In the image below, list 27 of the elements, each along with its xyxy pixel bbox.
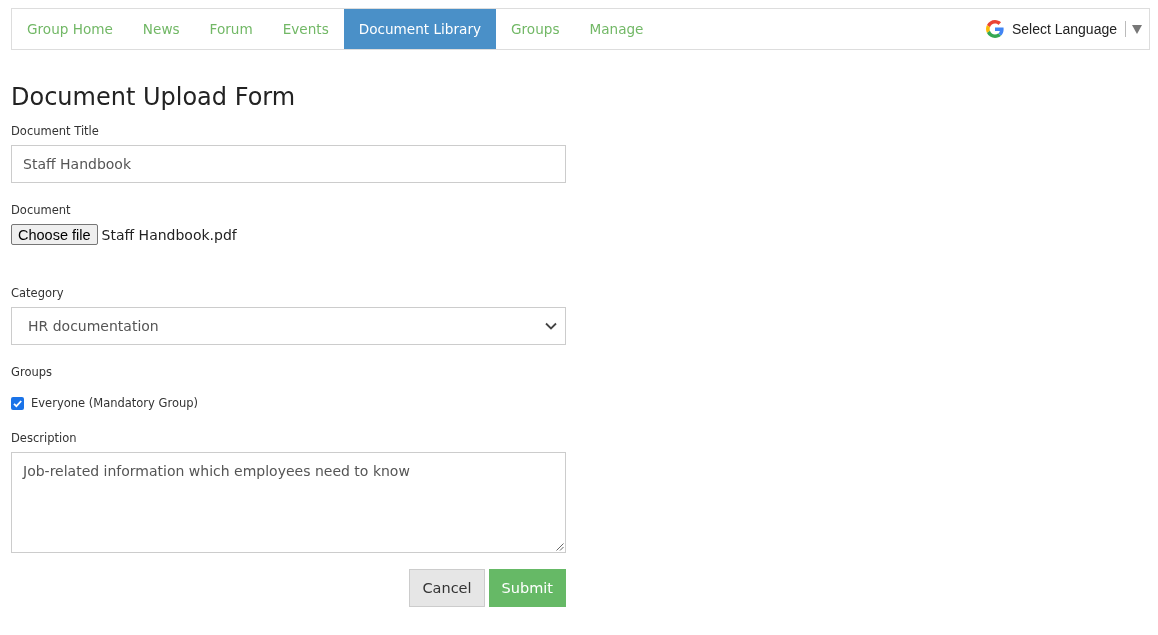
nav-tab[interactable]: Manage [574,9,659,49]
nav-tab[interactable]: Document Library [343,9,496,49]
nav-tab[interactable]: Events [267,9,344,49]
language-select[interactable]: Select Language [985,9,1149,49]
cancel-button[interactable]: Cancel [409,569,485,607]
field-label: Document Title [11,123,100,139]
nav-tab[interactable]: Groups [496,9,575,49]
description-textarea[interactable]: Job-related information which employees need to know [11,452,566,553]
submit-button[interactable]: Submit [488,569,566,607]
field-label: Category [11,285,65,301]
form-title: Document Upload Form [11,82,297,113]
chevron-down-icon [545,322,557,330]
checkbox-label: Everyone (Mandatory Group) [31,396,199,410]
nav-tab[interactable]: Forum [194,9,268,49]
file-name: Staff Handbook.pdf [101,226,237,243]
category-select[interactable]: HR documentation [11,307,566,345]
field-label: Groups [11,364,53,380]
nav-tab[interactable]: News [127,9,195,49]
choose-file-button[interactable]: Choose file [11,224,98,245]
caret-icon [1132,24,1142,34]
resize-grip-icon [556,543,564,551]
text-input[interactable]: Staff Handbook [11,145,566,183]
g-logo-icon [985,20,1004,38]
checkbox[interactable] [11,396,24,410]
nav-tab[interactable]: Group Home [12,9,128,49]
field-label: Document [11,202,72,218]
field-label: Description [11,430,78,446]
